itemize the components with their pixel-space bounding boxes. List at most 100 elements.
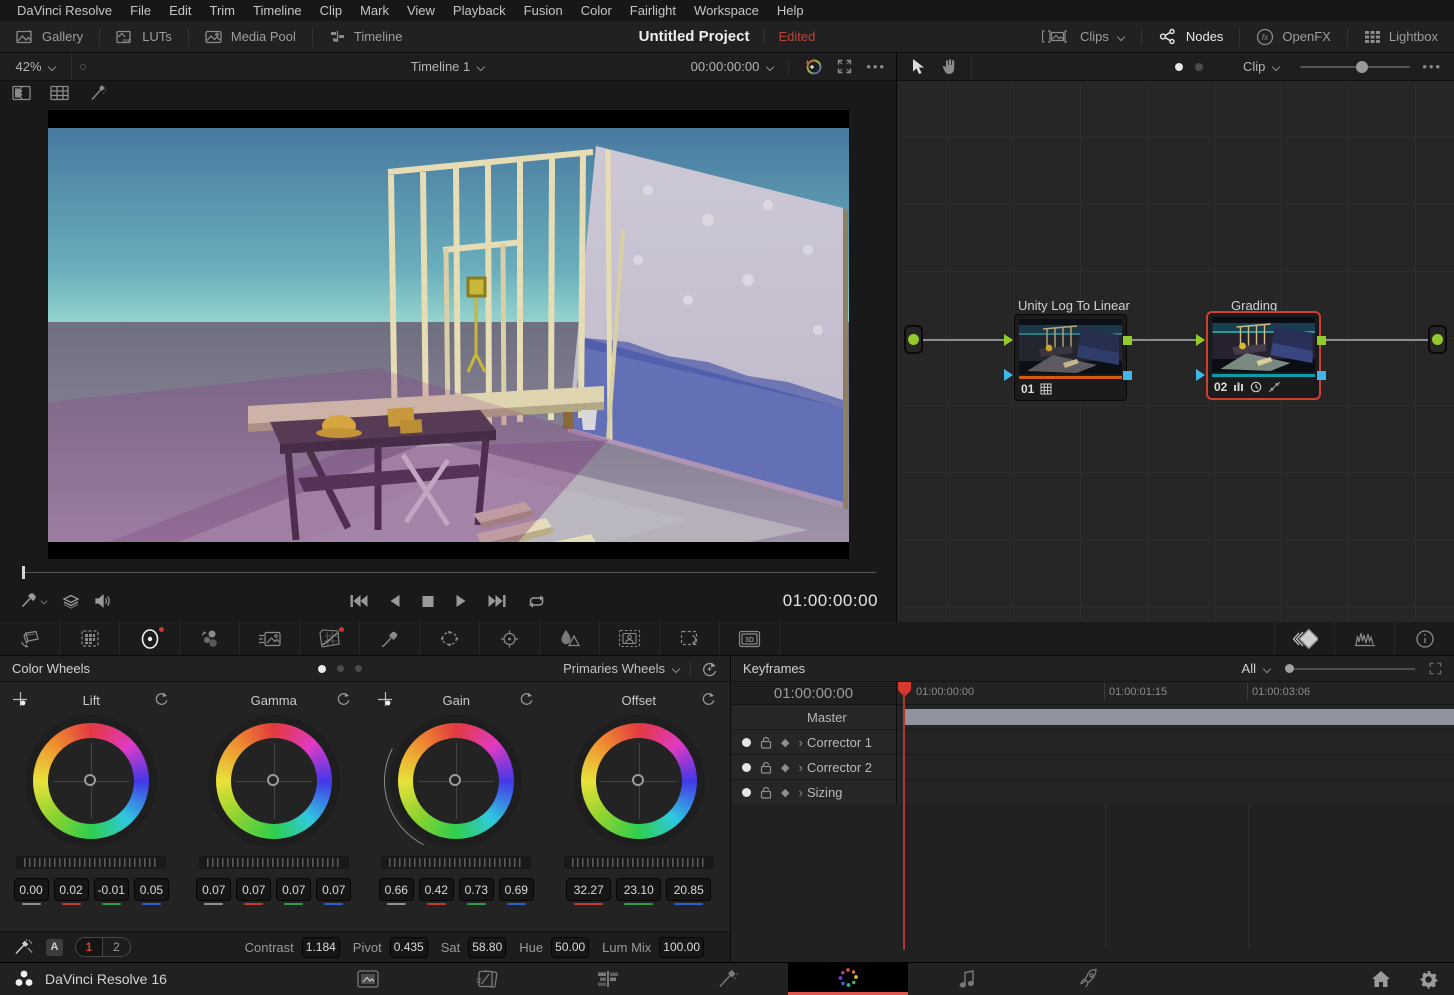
lift-r-value[interactable]: 0.02	[54, 878, 89, 901]
page-color[interactable]	[788, 963, 908, 995]
menu-edit[interactable]: Edit	[160, 3, 200, 18]
page-edit[interactable]	[548, 963, 668, 995]
menu-fusion[interactable]: Fusion	[515, 3, 572, 18]
offset-g-value[interactable]: 23.10	[616, 878, 661, 901]
keyframes-zoom-knob[interactable]	[1285, 664, 1294, 673]
menu-fairlight[interactable]: Fairlight	[621, 3, 685, 18]
clip-timecode-dropdown[interactable]: 00:00:00:00	[691, 59, 775, 74]
offset-reset-icon[interactable]	[701, 691, 716, 706]
node-view-dot[interactable]	[1195, 63, 1203, 71]
gain-wheel[interactable]	[390, 715, 522, 847]
tracker-palette[interactable]	[480, 622, 540, 655]
crosshair-icon[interactable]	[377, 691, 394, 708]
keyframes-zoom-slider[interactable]	[1285, 668, 1415, 670]
lum-mix-value[interactable]: 100.00	[659, 937, 704, 958]
menu-color[interactable]: Color	[572, 3, 621, 18]
gain-g-value[interactable]: 0.73	[459, 878, 494, 901]
track-enable-dot[interactable]	[742, 738, 751, 747]
viewer-options-menu[interactable]: •••	[866, 59, 886, 74]
wheels-page-dots[interactable]	[318, 665, 362, 673]
auto-balance-wand-icon[interactable]	[14, 938, 34, 956]
viewer-zoom-dropdown[interactable]: 42%	[0, 53, 72, 80]
auto-color-button[interactable]: A	[46, 939, 63, 956]
node1-key-output[interactable]	[1123, 371, 1132, 380]
gamma-wheel[interactable]	[208, 715, 340, 847]
source-port[interactable]	[904, 325, 923, 354]
loop-button[interactable]	[527, 594, 547, 609]
page-deliver[interactable]	[1028, 963, 1148, 995]
viewer-scrub-bar[interactable]	[0, 564, 896, 580]
stop-button[interactable]	[422, 595, 435, 608]
track-expand-chevron[interactable]: ›	[798, 785, 802, 800]
wheels-pager[interactable]: 1 2	[75, 937, 131, 957]
scrub-playhead[interactable]	[22, 566, 25, 579]
gain-y-value[interactable]: 0.66	[379, 878, 414, 901]
lock-icon[interactable]	[760, 736, 772, 749]
lightbox-button[interactable]: Lightbox	[1348, 21, 1454, 52]
scopes-palette[interactable]	[1334, 622, 1394, 655]
split-screen-icon[interactable]	[12, 85, 32, 101]
crosshair-icon[interactable]	[12, 691, 29, 708]
track-expand-chevron[interactable]: ›	[798, 735, 802, 750]
menu-file[interactable]: File	[121, 3, 160, 18]
play-reverse-button[interactable]	[389, 594, 402, 608]
power-window-palette[interactable]	[420, 622, 480, 655]
keyframes-filter-dropdown[interactable]: All	[1242, 661, 1271, 676]
clips-button[interactable]: Clips	[1026, 21, 1141, 52]
node-view-dot-active[interactable]	[1175, 63, 1183, 71]
gamma-reset-icon[interactable]	[336, 691, 351, 706]
hue-value[interactable]: 50.00	[551, 937, 589, 958]
node-zoom-slider[interactable]	[1300, 66, 1410, 68]
go-to-start-button[interactable]	[350, 594, 369, 608]
offset-wheel[interactable]	[573, 715, 705, 847]
node2-rgb-output[interactable]	[1317, 336, 1326, 345]
gain-r-value[interactable]: 0.42	[419, 878, 454, 901]
contrast-value[interactable]: 1.184	[302, 937, 340, 958]
menu-view[interactable]: View	[398, 3, 444, 18]
keyframe-track-corrector1[interactable]: ◆ › Corrector 1	[731, 730, 1454, 755]
node1-rgb-input[interactable]	[1004, 334, 1013, 346]
grid-view-icon[interactable]	[50, 85, 70, 101]
master-track-bar[interactable]	[904, 709, 1454, 725]
node-mode-dropdown[interactable]: Clip	[1243, 59, 1280, 74]
home-icon[interactable]	[1371, 970, 1391, 988]
wheels-mode-dropdown[interactable]: Primaries Wheels	[563, 661, 680, 676]
gamma-r-value[interactable]: 0.07	[236, 878, 271, 901]
gain-b-value[interactable]: 0.69	[499, 878, 534, 901]
nodes-button[interactable]: Nodes	[1142, 21, 1240, 52]
page-fusion[interactable]	[668, 963, 788, 995]
pointer-tool-icon[interactable]	[911, 58, 925, 75]
keyframe-diamond-icon[interactable]: ◆	[781, 761, 789, 774]
page-media[interactable]	[308, 963, 428, 995]
stereo-3d-palette[interactable]: 3D	[720, 622, 780, 655]
keyframe-diamond-icon[interactable]: ◆	[781, 736, 789, 749]
blur-palette[interactable]	[540, 622, 600, 655]
node2-key-input[interactable]	[1196, 369, 1205, 381]
gamma-b-value[interactable]: 0.07	[316, 878, 351, 901]
lift-g-value[interactable]: -0.01	[94, 878, 129, 901]
gallery-button[interactable]: Gallery	[0, 21, 99, 52]
key-palette[interactable]	[600, 622, 660, 655]
keyframe-track-sizing[interactable]: ◆ › Sizing	[731, 780, 1454, 805]
page-cut[interactable]	[428, 963, 548, 995]
color-wheels-palette[interactable]	[120, 622, 180, 655]
curves-palette[interactable]	[300, 622, 360, 655]
info-palette[interactable]	[1394, 622, 1454, 655]
expand-icon[interactable]	[837, 59, 852, 74]
sat-value[interactable]: 58.80	[468, 937, 506, 958]
enhance-wand-icon[interactable]	[88, 85, 108, 102]
sizing-palette[interactable]	[660, 622, 720, 655]
output-port[interactable]	[1428, 325, 1447, 354]
keyframes-ruler[interactable]: 01:00:00:00 01:00:00:00 01:00:01:15 01:0…	[731, 682, 1454, 705]
lift-y-value[interactable]: 0.00	[14, 878, 49, 901]
track-enable-dot[interactable]	[742, 763, 751, 772]
camera-raw-palette[interactable]	[0, 622, 60, 655]
keyframes-palette[interactable]	[1274, 622, 1334, 655]
gain-master-wheel[interactable]	[381, 856, 531, 869]
page-fairlight[interactable]	[908, 963, 1028, 995]
node-graph-canvas[interactable]: Unity Log To Linear 01 Grading	[897, 82, 1454, 622]
menu-trim[interactable]: Trim	[201, 3, 245, 18]
pivot-value[interactable]: 0.435	[390, 937, 428, 958]
luts-button[interactable]: LUTs	[100, 21, 188, 52]
node1[interactable]: 01	[1014, 314, 1127, 401]
